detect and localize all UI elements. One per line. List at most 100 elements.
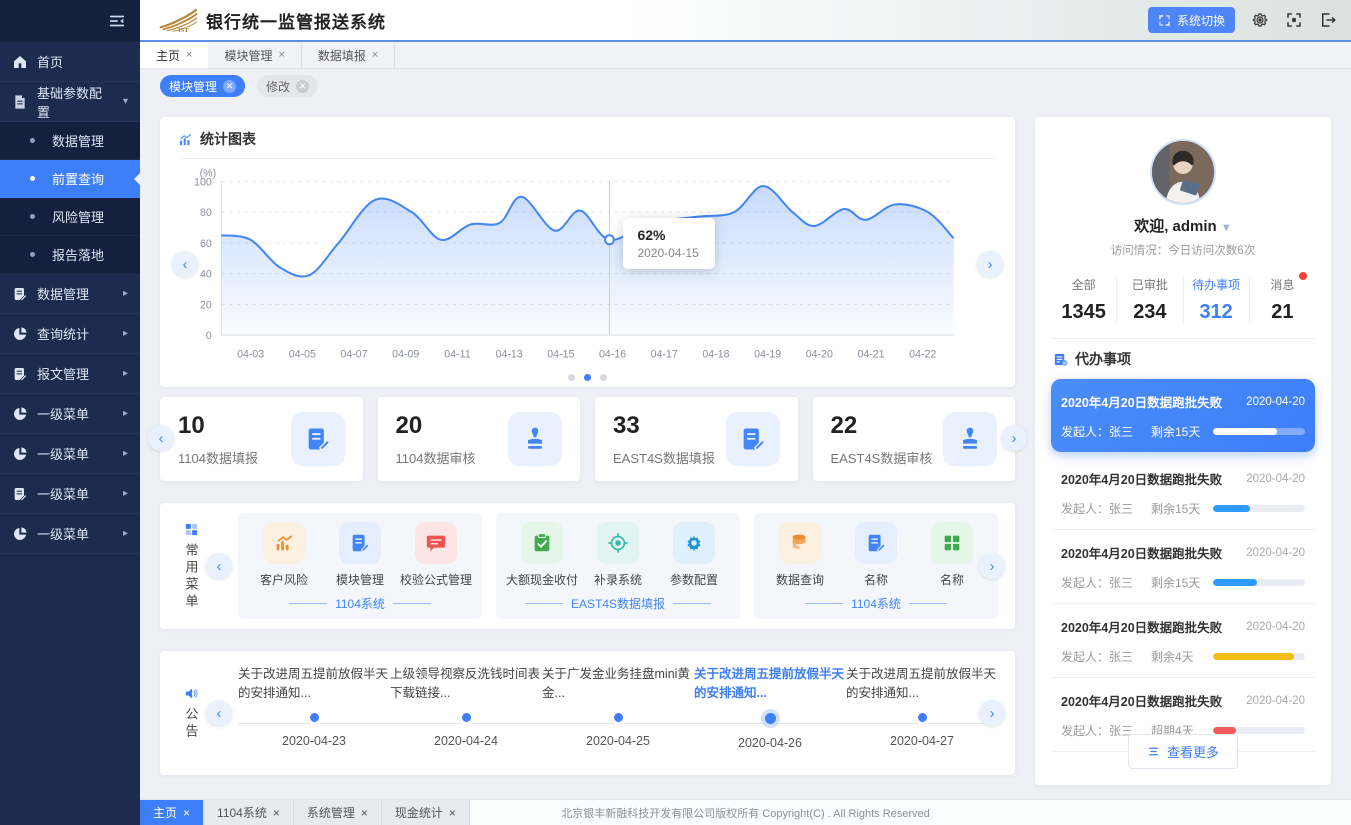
app-formula-check[interactable]: 校验公式管理	[398, 522, 474, 588]
sidebar-item-level1-menu-4[interactable]: 一级菜单 ▸	[0, 514, 140, 554]
tab-data-entry[interactable]: 数据填报×	[302, 42, 395, 68]
pagination-dot[interactable]	[568, 374, 575, 381]
close-icon[interactable]: ×	[278, 49, 284, 61]
chart-prev-button[interactable]: ‹	[172, 251, 198, 277]
app-supplement-system[interactable]: 补录系统	[580, 522, 656, 588]
stat-all[interactable]: 全部 1345	[1051, 276, 1117, 324]
chart-next-button[interactable]: ›	[977, 251, 1003, 277]
stats-next-button[interactable]: ›	[1001, 425, 1027, 451]
fullscreen-icon[interactable]	[1285, 11, 1303, 29]
todo-item[interactable]: 2020年4月20日数据跑批失败2020-04-20 发起人：张三剩余15天	[1051, 456, 1315, 530]
sidebar-item-query-stats[interactable]: 查询统计 ▸	[0, 314, 140, 354]
tab-module-mgmt[interactable]: 模块管理×	[208, 42, 301, 68]
announcements-prev-button[interactable]: ‹	[206, 700, 232, 726]
pagination-dot[interactable]	[600, 374, 607, 381]
announcements-next-button[interactable]: ›	[979, 700, 1005, 726]
app-label: 客户风险	[260, 571, 308, 588]
sidebar-item-level1-menu-1[interactable]: 一级菜单 ▸	[0, 394, 140, 434]
chevron-right-icon: ▸	[123, 288, 128, 299]
app-customer-risk[interactable]: 客户风险	[246, 522, 322, 588]
system-switch-button[interactable]: 系统切换	[1148, 7, 1235, 33]
doc-pencil-icon	[12, 486, 28, 502]
stat-label: 待办事项	[1184, 276, 1249, 293]
sidebar-item-data-mgmt[interactable]: 数据管理 ▸	[0, 274, 140, 314]
sidebar-subitem-data-mgmt[interactable]: 数据管理	[0, 122, 140, 160]
view-more-label: 查看更多	[1167, 742, 1219, 761]
announcement-item[interactable]: 关于广发金业务挂盘mini黄金... 2020-04-25	[542, 665, 694, 761]
close-icon[interactable]: ×	[361, 806, 368, 820]
close-icon[interactable]: ×	[186, 49, 192, 61]
sidebar-item-home[interactable]: 首页	[0, 42, 140, 82]
chip-module-mgmt[interactable]: 模块管理✕	[160, 75, 245, 97]
timeline-dot	[765, 713, 776, 724]
sidebar-item-level1-menu-3[interactable]: 一级菜单 ▸	[0, 474, 140, 514]
bottom-tab-cash-stats[interactable]: 现金统计×	[382, 800, 470, 825]
bottom-tab-home[interactable]: 主页×	[140, 800, 204, 825]
logout-icon[interactable]	[1319, 11, 1337, 29]
todo-item-active[interactable]: 2020年4月20日数据跑批失败2020-04-20 发起人：张三剩余15天	[1051, 379, 1315, 452]
announcement-title: 上级领导视察反洗钱时间表下载链接...	[390, 665, 542, 703]
sidebar-item-report-mgmt[interactable]: 报文管理 ▸	[0, 354, 140, 394]
sidebar-item-base-params[interactable]: 基础参数配置 ▾	[0, 82, 140, 122]
home-icon	[12, 54, 28, 70]
progress-bar	[1213, 579, 1257, 586]
sidebar-item-level1-menu-2[interactable]: 一级菜单 ▸	[0, 434, 140, 474]
announcement-title: 关于改进周五提前放假半天的安排通知...	[846, 665, 998, 703]
todo-item[interactable]: 2020年4月20日数据跑批失败2020-04-20 发起人：张三剩余15天	[1051, 530, 1315, 604]
app-param-config[interactable]: 参数配置	[656, 522, 732, 588]
bottom-tab-1104[interactable]: 1104系统×	[204, 800, 294, 825]
sidebar-subitem-report-landing[interactable]: 报告落地	[0, 236, 140, 274]
todo-item[interactable]: 2020年4月20日数据跑批失败2020-04-20 发起人：张三剩余4天	[1051, 604, 1315, 678]
common-menu-groups: 客户风险 模块管理 校验公式管理	[238, 513, 998, 619]
close-icon[interactable]: ✕	[223, 80, 236, 93]
pagination-dot-active[interactable]	[584, 374, 591, 381]
tab-home[interactable]: 主页×	[140, 42, 208, 68]
menu-prev-button[interactable]: ‹	[206, 553, 232, 579]
close-icon[interactable]: ×	[372, 49, 378, 61]
chevron-down-icon: ▾	[123, 96, 128, 107]
stat-label: 1104数据填报	[178, 448, 258, 467]
close-icon[interactable]: ×	[183, 806, 190, 820]
stat-card-1104-audit[interactable]: 201104数据审核	[378, 397, 581, 481]
app-data-query[interactable]: 数据查询	[762, 522, 838, 588]
stat-approved[interactable]: 已审批 234	[1117, 276, 1183, 324]
stats-prev-button[interactable]: ‹	[148, 425, 174, 451]
announcement-item[interactable]: 上级领导视察反洗钱时间表下载链接... 2020-04-24	[390, 665, 542, 761]
todo-remaining: 剩余15天	[1151, 500, 1213, 517]
view-more-button[interactable]: 查看更多	[1128, 734, 1238, 769]
todo-section-title: 代办事项	[1075, 349, 1131, 369]
close-icon[interactable]: ×	[273, 806, 280, 820]
close-icon[interactable]: ✕	[296, 80, 309, 93]
list-icon	[1147, 745, 1160, 758]
database-search-icon	[779, 522, 821, 564]
stat-card-east4s-entry[interactable]: 33EAST4S数据填报	[595, 397, 798, 481]
menu-next-button[interactable]: ›	[979, 553, 1005, 579]
stat-pending[interactable]: 待办事项 312	[1184, 276, 1250, 324]
collapse-menu-icon[interactable]	[108, 12, 126, 30]
grid-icon	[931, 522, 973, 564]
bottom-tab-system-mgmt[interactable]: 系统管理×	[294, 800, 382, 825]
announcement-item[interactable]: 关于改进周五提前放假半天的安排通知... 2020-04-23	[238, 665, 390, 761]
sidebar-subitem-risk-mgmt[interactable]: 风险管理	[0, 198, 140, 236]
stat-messages[interactable]: 消息 21	[1250, 276, 1315, 324]
user-avatar[interactable]	[1150, 139, 1216, 205]
announcement-item-active[interactable]: 关于改进周五提前放假半天的安排通知... 2020-04-26	[694, 665, 846, 761]
stat-card-1104-entry[interactable]: 101104数据填报	[160, 397, 363, 481]
settings-gear-icon[interactable]	[1251, 11, 1269, 29]
sidebar-item-label: 基础参数配置	[37, 83, 114, 121]
app-module-mgmt[interactable]: 模块管理	[322, 522, 398, 588]
form-icon	[726, 412, 780, 466]
main-area: IST 银行统一监管报送系统 系统切换	[140, 0, 1351, 825]
app-large-cash[interactable]: 大额现金收付	[504, 522, 580, 588]
stat-card-east4s-audit[interactable]: 22EAST4S数据审核	[813, 397, 1016, 481]
user-stats-row: 全部 1345 已审批 234 待办事项 312	[1051, 276, 1315, 324]
app-name-1[interactable]: 名称	[838, 522, 914, 588]
close-icon[interactable]: ×	[449, 806, 456, 820]
welcome-row[interactable]: 欢迎, admin ▼	[1051, 215, 1315, 236]
chip-modify[interactable]: 修改✕	[257, 75, 318, 97]
svg-text:(%): (%)	[200, 167, 216, 179]
app-name-2[interactable]: 名称	[914, 522, 990, 588]
announcement-item[interactable]: 关于改进周五提前放假半天的安排通知... 2020-04-27	[846, 665, 998, 761]
chart-card: 统计图表 020406080100(%)04-0304-0504-0704-09…	[160, 117, 1015, 387]
sidebar-subitem-front-query[interactable]: 前置查询	[0, 160, 140, 198]
